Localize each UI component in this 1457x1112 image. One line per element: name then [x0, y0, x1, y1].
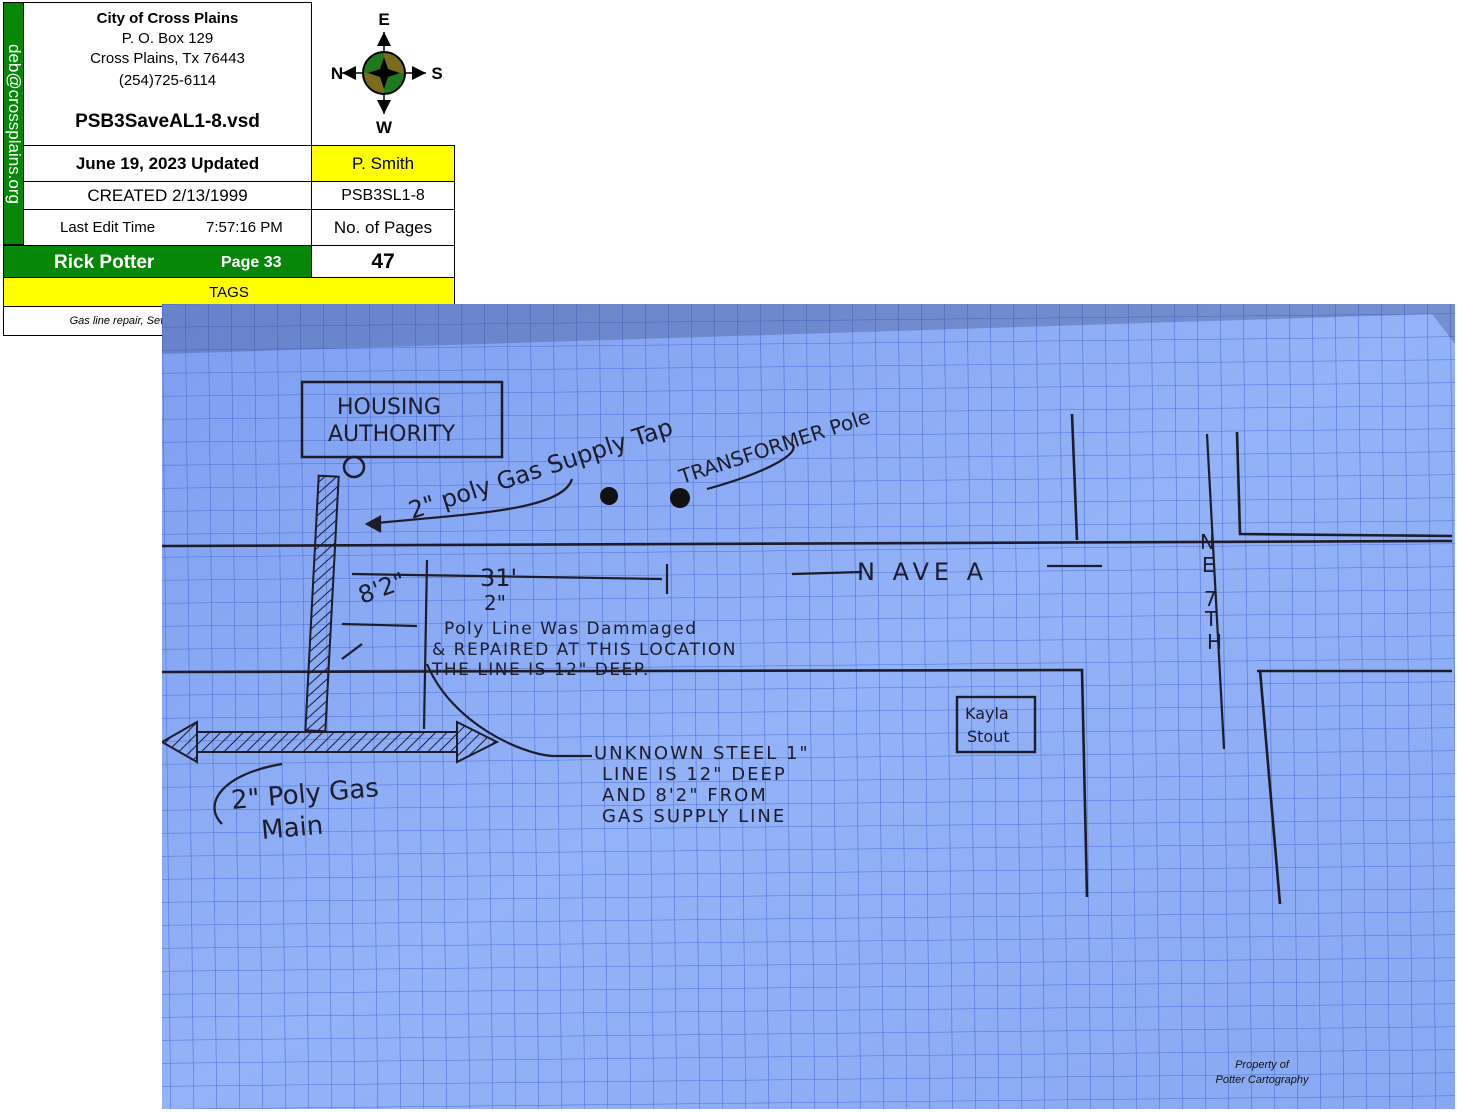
gas-main-line: [196, 731, 458, 753]
gas-main-label-2: Main: [260, 811, 324, 846]
steel-note-3: AND 8'2" FROM: [602, 785, 768, 806]
street-7th-1: N: [1200, 530, 1215, 554]
email-strip: deb@crossplains.org: [3, 2, 24, 245]
compass-rose-icon: E N S W: [331, 10, 443, 137]
compass-north-label: N: [331, 64, 343, 83]
street-ave-a: N AVE A: [857, 558, 988, 586]
street-7th-5: H: [1207, 630, 1222, 654]
file-name: PSB3SaveAL1-8.vsd: [75, 110, 260, 132]
document-code: PSB3SL1-8: [311, 181, 455, 210]
street-7th-4: T: [1204, 607, 1218, 631]
last-edit-label: Last Edit Time: [60, 219, 156, 236]
building-label-2: AUTHORITY: [328, 422, 456, 447]
dimension-2in: 2": [484, 591, 506, 615]
dimension-31ft: 31': [480, 564, 517, 592]
building-label-1: HOUSING: [337, 395, 441, 420]
sketch-drawing: HOUSING AUTHORITY 2" poly Gas Supply Tap…: [162, 304, 1455, 1109]
created-date: CREATED 2/13/1999: [23, 181, 312, 210]
tags-label: TAGS: [3, 277, 455, 307]
last-edit-value: 7:57:16 PM: [206, 219, 283, 236]
phone-number: (254)725-6114: [118, 72, 217, 89]
updated-date: June 19, 2023 Updated: [23, 145, 312, 182]
po-box: P. O. Box 129: [121, 30, 214, 47]
property-line-2: Potter Cartography: [1215, 1074, 1309, 1086]
damage-note-1: Poly Line Was Dammaged: [444, 619, 698, 639]
kayla-label-2: Stout: [967, 727, 1010, 746]
damage-note-3: THE LINE IS 12" DEEP.: [431, 660, 650, 680]
sketch-photo: HOUSING AUTHORITY 2" poly Gas Supply Tap…: [162, 304, 1455, 1109]
kayla-label-1: Kayla: [965, 704, 1009, 723]
pole-marker: [670, 488, 690, 508]
compass-cell: E N S W: [311, 2, 455, 146]
steel-note-1: UNKNOWN STEEL 1": [594, 743, 810, 764]
pages-count: 47: [311, 245, 455, 278]
damage-note-2: & REPAIRED AT THIS LOCATION: [432, 640, 737, 660]
property-line-1: Property of: [1235, 1059, 1289, 1071]
compass-east-label: E: [378, 10, 389, 29]
compass-west-label: W: [376, 118, 393, 137]
author-name: P. Smith: [311, 145, 455, 182]
drawer-cell: Rick Potter Page 33: [3, 245, 312, 278]
email-text: deb@crossplains.org: [4, 43, 24, 204]
property-note: Property of Potter Cartography: [1188, 1058, 1336, 1088]
tap-marker: [600, 487, 618, 505]
page-number: Page 33: [221, 254, 282, 271]
address-cell: City of Cross Plains P. O. Box 129 Cross…: [23, 2, 312, 146]
steel-note-2: LINE IS 12" DEEP: [602, 764, 787, 785]
drawer-name: Rick Potter: [54, 252, 155, 273]
compass-south-label: S: [431, 64, 442, 83]
street-7th-2: E: [1202, 553, 1215, 577]
city-state-zip: Cross Plains, Tx 76443: [90, 49, 245, 67]
title-block: deb@crossplains.org City of Cross Plains…: [3, 2, 455, 336]
pages-label: No. of Pages: [311, 209, 455, 246]
last-edit-cell: Last Edit Time 7:57:16 PM: [23, 209, 312, 246]
steel-note-4: GAS SUPPLY LINE: [602, 806, 786, 827]
city-name: City of Cross Plains: [96, 10, 239, 27]
